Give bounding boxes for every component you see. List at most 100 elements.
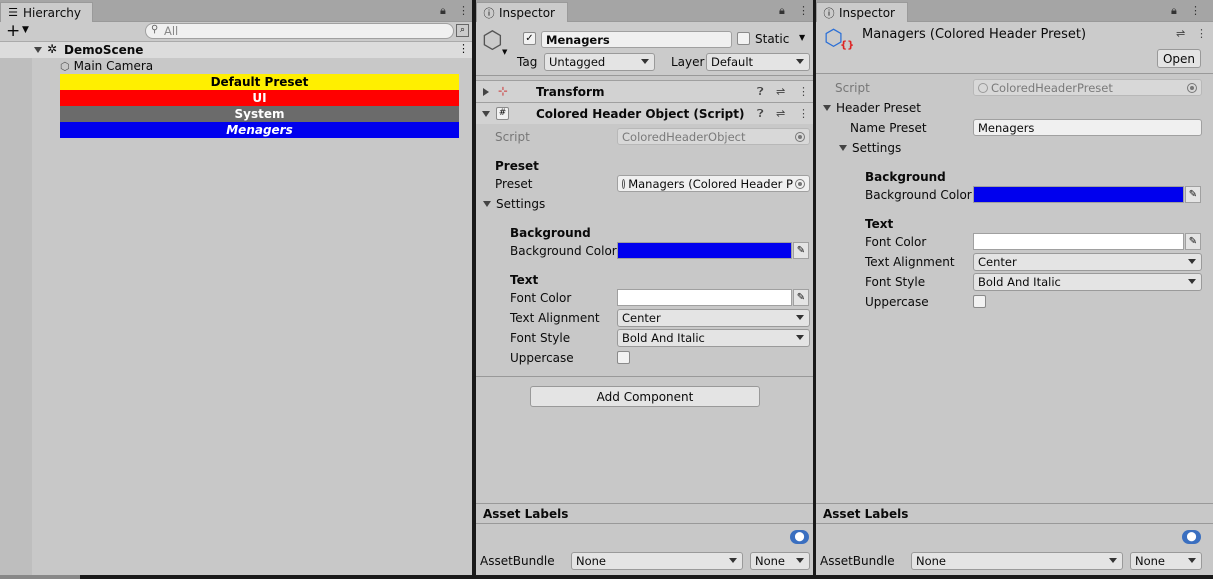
- header-preset-foldout[interactable]: Header Preset: [823, 101, 921, 115]
- tab-hierarchy[interactable]: ☰ Hierarchy: [0, 2, 93, 22]
- chevron-down-icon[interactable]: ▼: [22, 25, 29, 35]
- font-style-label: Font Style: [510, 331, 571, 345]
- active-checkbox[interactable]: ✓: [523, 32, 536, 45]
- horizontal-scrollbar[interactable]: [0, 575, 80, 579]
- font-style-dropdown[interactable]: Bold And Italic: [973, 273, 1202, 291]
- component-menu-icon[interactable]: ⋮: [798, 85, 809, 98]
- chevron-down-icon[interactable]: ▼: [502, 48, 507, 56]
- divider: [816, 523, 1213, 524]
- hierarchy-header-menagers[interactable]: Menagers: [60, 122, 459, 138]
- layer-value: Default: [711, 55, 754, 69]
- dropdown-arrow-icon: [796, 59, 804, 64]
- font-color-swatch[interactable]: [973, 233, 1184, 250]
- background-color-swatch[interactable]: [973, 186, 1184, 203]
- help-icon[interactable]: ❓︎: [757, 107, 764, 121]
- eyedropper-icon[interactable]: ✎: [1185, 233, 1201, 250]
- settings-foldout[interactable]: Settings: [839, 141, 901, 155]
- tab-inspector[interactable]: ⓘ Inspector: [816, 2, 908, 22]
- foldout-icon[interactable]: [482, 111, 490, 117]
- dropdown-arrow-icon: [796, 335, 804, 340]
- font-style-value: Bold And Italic: [622, 331, 705, 345]
- font-style-dropdown[interactable]: Bold And Italic: [617, 329, 810, 347]
- name-preset-label: Name Preset: [850, 121, 927, 135]
- name-preset-value: Menagers: [978, 120, 1035, 135]
- script-braces-icon: {}: [840, 40, 855, 51]
- label-tag-icon[interactable]: ⬤: [1182, 530, 1201, 544]
- hierarchy-header-default-preset[interactable]: Default Preset: [60, 74, 459, 90]
- foldout-icon[interactable]: [483, 88, 489, 96]
- inspector-tabbar: ⓘ Inspector 🔒︎ ⋮: [816, 0, 1213, 22]
- menu-kebab-icon[interactable]: ⋮: [458, 4, 469, 17]
- open-button[interactable]: Open: [1157, 49, 1201, 68]
- settings-foldout[interactable]: Settings: [483, 197, 545, 211]
- eyedropper-icon[interactable]: ✎: [1185, 186, 1201, 203]
- menu-kebab-icon[interactable]: ⋮: [1190, 4, 1201, 17]
- preset-title: Managers (Colored Header Preset): [862, 27, 1087, 42]
- dropdown-arrow-icon: [1188, 279, 1196, 284]
- eyedropper-icon[interactable]: ✎: [793, 289, 809, 306]
- eyedropper-icon[interactable]: ✎: [793, 242, 809, 259]
- search-input[interactable]: ⚲ All: [145, 23, 454, 39]
- tag-dropdown[interactable]: Untagged: [544, 53, 655, 71]
- static-checkbox[interactable]: [737, 32, 750, 45]
- lock-icon[interactable]: 🔒︎: [779, 4, 785, 18]
- text-alignment-label: Text Alignment: [865, 255, 955, 269]
- foldout-icon[interactable]: [483, 201, 491, 207]
- assetbundle-dropdown[interactable]: None: [911, 552, 1123, 570]
- assetbundle-variant-dropdown[interactable]: None: [1130, 552, 1202, 570]
- menu-kebab-icon[interactable]: ⋮: [798, 4, 809, 17]
- object-picker-icon[interactable]: [795, 179, 805, 189]
- tag-label: Tag: [517, 55, 538, 69]
- scene-row[interactable]: ✲ DemoScene ⋮: [0, 42, 472, 58]
- lock-icon[interactable]: 🔒︎: [440, 4, 446, 18]
- add-component-button[interactable]: Add Component: [530, 386, 760, 407]
- transform-component-header[interactable]: ⊹ Transform ❓︎ ⇌ ⋮: [476, 80, 813, 102]
- script-component-header[interactable]: # Colored Header Object (Script) ❓︎ ⇌ ⋮: [476, 102, 813, 124]
- foldout-icon[interactable]: [823, 105, 831, 111]
- background-color-swatch[interactable]: [617, 242, 792, 259]
- object-name-field[interactable]: Menagers: [541, 31, 732, 48]
- name-preset-field[interactable]: Menagers: [973, 119, 1202, 136]
- divider: [476, 523, 813, 524]
- preset-sliders-icon[interactable]: ⇌: [1176, 27, 1185, 40]
- layer-label: Layer: [671, 55, 705, 69]
- assetbundle-dropdown[interactable]: None: [571, 552, 743, 570]
- divider: [476, 376, 813, 377]
- hierarchy-header-label: Menagers: [226, 123, 293, 137]
- add-icon[interactable]: +: [6, 22, 20, 40]
- layer-dropdown[interactable]: Default: [706, 53, 810, 71]
- gameobject-cube-icon: ⬡: [482, 26, 503, 54]
- script-field: ColoredHeaderPreset: [973, 79, 1202, 96]
- help-icon[interactable]: ❓︎: [757, 85, 764, 99]
- text-alignment-dropdown[interactable]: Center: [617, 309, 810, 327]
- preset-object-field[interactable]: Managers (Colored Header P: [617, 175, 810, 192]
- label-tag-icon[interactable]: ⬤: [790, 530, 809, 544]
- text-alignment-dropdown[interactable]: Center: [973, 253, 1202, 271]
- hierarchy-item-main-camera[interactable]: ⬡ Main Camera: [60, 58, 153, 74]
- scene-menu-icon[interactable]: ⋮: [458, 42, 469, 55]
- component-menu-icon[interactable]: ⋮: [1196, 27, 1207, 40]
- lock-icon[interactable]: 🔒︎: [1171, 4, 1177, 18]
- uppercase-checkbox[interactable]: [617, 351, 630, 364]
- assetbundle-variant-dropdown[interactable]: None: [750, 552, 810, 570]
- static-label: Static: [755, 32, 790, 46]
- tab-inspector[interactable]: ⓘ Inspector: [476, 2, 568, 22]
- inspector-preset-panel: ⓘ Inspector 🔒︎ ⋮ ⬡ {} Managers (Colored …: [816, 0, 1213, 575]
- preset-sliders-icon[interactable]: ⇌: [776, 107, 785, 120]
- foldout-icon[interactable]: [839, 145, 847, 151]
- assetbundle-value: None: [916, 554, 947, 568]
- hierarchy-header-system[interactable]: System: [60, 106, 459, 122]
- component-enabled-checkbox[interactable]: #: [496, 107, 509, 120]
- text-section-heading: Text: [510, 273, 539, 287]
- preset-sliders-icon[interactable]: ⇌: [776, 85, 785, 98]
- script-value: ColoredHeaderObject: [622, 129, 746, 144]
- foldout-icon[interactable]: [34, 47, 42, 53]
- static-dropdown-icon[interactable]: ▼: [799, 33, 805, 42]
- font-color-swatch[interactable]: [617, 289, 792, 306]
- component-menu-icon[interactable]: ⋮: [798, 107, 809, 120]
- hierarchy-header-ui[interactable]: UI: [60, 90, 459, 106]
- hierarchy-tabbar: ☰ Hierarchy 🔒︎ ⋮: [0, 0, 472, 22]
- uppercase-checkbox[interactable]: [973, 295, 986, 308]
- dropdown-arrow-icon: [729, 558, 737, 563]
- search-by-type-icon[interactable]: ⌕: [456, 24, 469, 37]
